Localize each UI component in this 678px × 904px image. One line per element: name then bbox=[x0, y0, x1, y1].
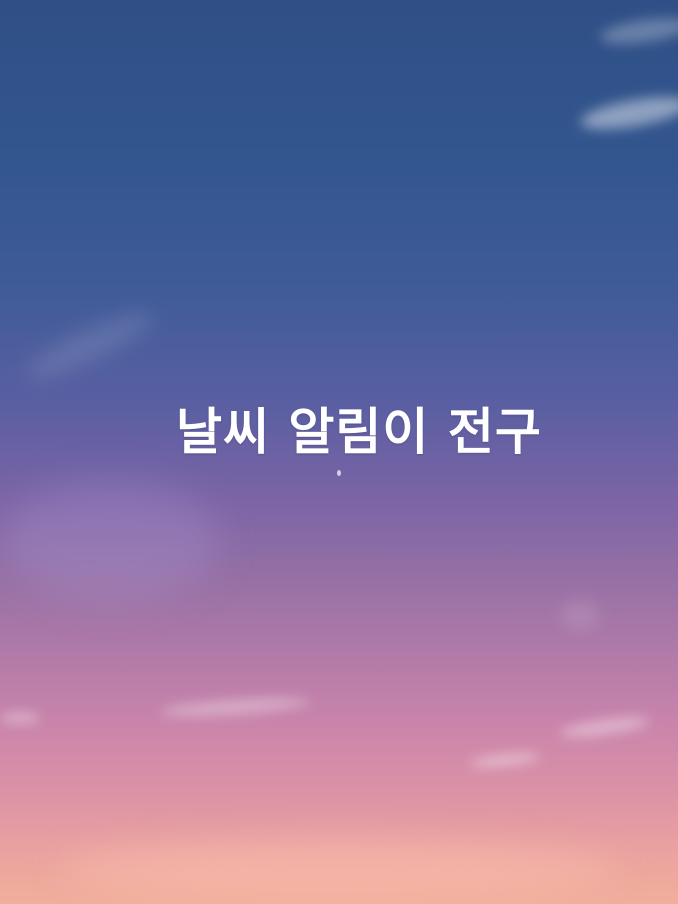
moon-speck bbox=[337, 470, 341, 476]
page-title: 날씨 알림이 전구 bbox=[176, 403, 542, 461]
cloud-wisp bbox=[469, 751, 541, 769]
cloud-wisp bbox=[0, 712, 40, 724]
cloud-wisp bbox=[598, 13, 678, 49]
cloud-wisp bbox=[578, 90, 678, 136]
cloud-wisp bbox=[559, 713, 651, 741]
cloud-wisp bbox=[20, 301, 160, 389]
cloud-wisp bbox=[159, 694, 311, 720]
cloud-wisp bbox=[560, 600, 600, 630]
sky-background: 날씨 알림이 전구 bbox=[0, 0, 678, 904]
cloud-haze bbox=[60, 840, 620, 900]
cloud-haze bbox=[0, 480, 220, 600]
